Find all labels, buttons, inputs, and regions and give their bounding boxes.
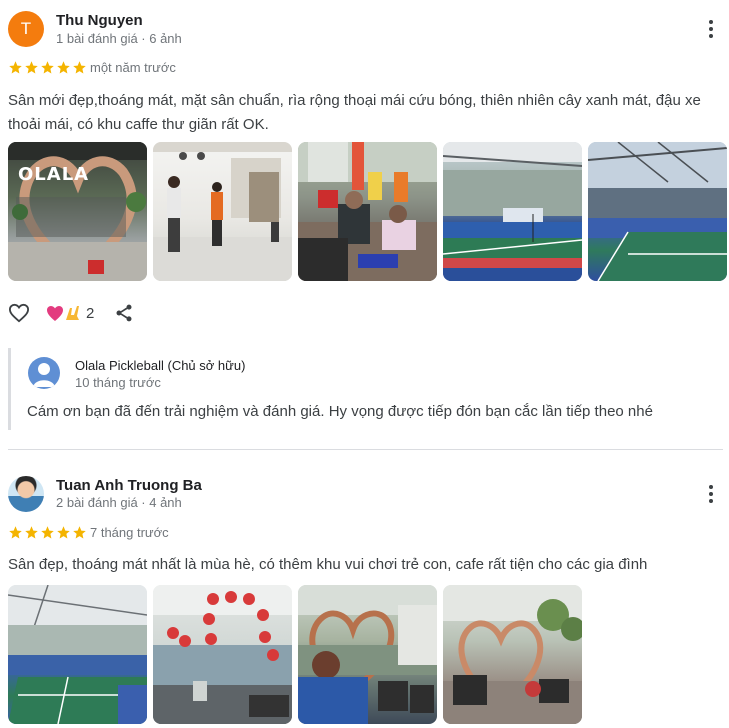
star-icon [73, 526, 86, 539]
star-icon [73, 61, 86, 74]
reviewer-name[interactable]: Tuan Anh Truong Ba [56, 477, 202, 494]
review-photos [8, 585, 582, 724]
review-text: Sân mới đẹp,thoáng mát, mặt sân chuẩn, r… [8, 92, 701, 133]
owner-name[interactable]: Olala Pickleball (Chủ sở hữu) [75, 358, 245, 373]
reviewer-name[interactable]: Thu Nguyen [56, 12, 143, 29]
review-photo[interactable]: OLALA [8, 142, 147, 281]
reviewer-meta: 2 bài đánh giá · 4 ảnh [56, 495, 182, 510]
more-options-button[interactable] [702, 483, 720, 505]
review-date: một năm trước [90, 60, 176, 75]
star-icon [41, 61, 54, 74]
owner-reply: Olala Pickleball (Chủ sở hữu) 10 tháng t… [8, 348, 720, 430]
reaction-count: 2 [86, 304, 95, 322]
star-rating [8, 60, 87, 75]
review-actions: 2 [8, 302, 134, 324]
review-photos: OLALA [8, 142, 727, 281]
review-date: 7 tháng trước [90, 525, 169, 540]
star-icon [57, 526, 70, 539]
review-photo[interactable] [298, 142, 437, 281]
reviewer-meta: 1 bài đánh giá · 6 ảnh [56, 31, 182, 46]
more-vert-icon [709, 485, 713, 489]
review-photo[interactable] [153, 585, 292, 724]
review-photo[interactable] [8, 585, 147, 724]
star-icon [57, 61, 70, 74]
heart-and-hands-icon[interactable] [46, 303, 82, 323]
reviewer-avatar[interactable] [8, 476, 44, 512]
owner-reply-text: Cám ơn bạn đã đến trải nghiệm và đánh gi… [27, 403, 653, 420]
star-icon [9, 61, 22, 74]
review-photo[interactable] [153, 142, 292, 281]
owner-reply-date: 10 tháng trước [75, 375, 161, 390]
review-photo[interactable] [588, 142, 727, 281]
star-icon [9, 526, 22, 539]
review-text: Sân đẹp, thoáng mát nhất là mùa hè, có t… [8, 556, 648, 573]
more-vert-icon [709, 20, 713, 24]
owner-avatar[interactable] [28, 357, 60, 389]
review-photo[interactable] [298, 585, 437, 724]
heart-outline-icon[interactable] [8, 303, 30, 323]
photo-sign-text: OLALA [18, 164, 90, 185]
star-rating [8, 525, 87, 540]
reviewer-avatar[interactable]: T [8, 11, 44, 47]
share-icon[interactable] [114, 303, 134, 323]
review-card: T Thu Nguyen 1 bài đánh giá · 6 ảnh một … [0, 0, 729, 445]
review-photo[interactable] [443, 585, 582, 724]
star-icon [41, 526, 54, 539]
review-photo[interactable] [443, 142, 582, 281]
star-icon [25, 61, 38, 74]
review-divider [8, 449, 723, 450]
review-card: Tuan Anh Truong Ba 2 bài đánh giá · 4 ản… [0, 463, 729, 728]
more-options-button[interactable] [702, 18, 720, 40]
star-icon [25, 526, 38, 539]
